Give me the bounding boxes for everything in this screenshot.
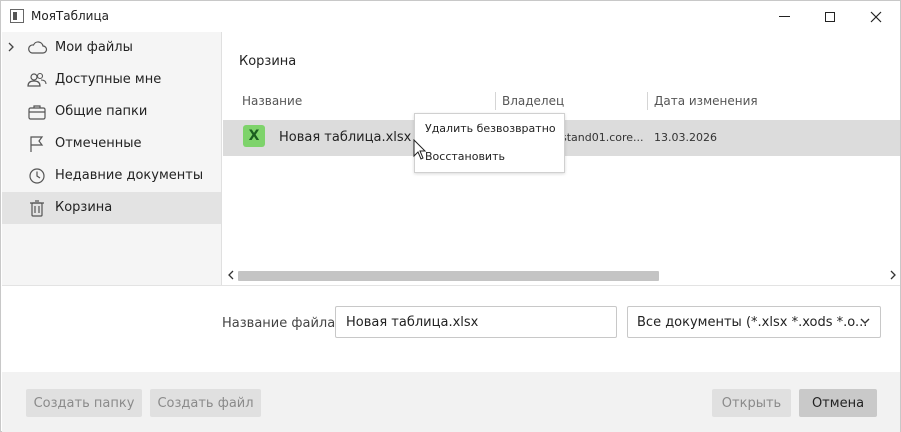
sidebar-item-label: Корзина xyxy=(55,200,113,215)
column-divider[interactable] xyxy=(495,92,496,110)
xlsx-file-icon: X xyxy=(243,125,265,147)
menu-item-restore[interactable]: Восстановить xyxy=(425,150,505,163)
modified-date-cell: 13.03.2026 xyxy=(654,131,717,144)
users-icon xyxy=(26,71,47,89)
maximize-button[interactable] xyxy=(807,1,853,32)
trash-icon xyxy=(26,199,46,217)
maximize-icon xyxy=(825,11,835,22)
title-bar: МояТаблица xyxy=(1,1,900,32)
sidebar-item-recent[interactable]: Недавние документы xyxy=(2,160,221,192)
breadcrumb: Корзина xyxy=(239,54,297,69)
sidebar-item-common-folders[interactable]: Общие папки xyxy=(2,96,221,128)
filetype-select[interactable]: Все документы (*.xlsx *.xods *.o... xyxy=(627,306,881,338)
mouse-cursor-icon xyxy=(413,139,427,160)
cancel-button[interactable]: Отмена xyxy=(799,389,877,417)
chevron-down-icon xyxy=(859,315,871,330)
scroll-left-icon[interactable] xyxy=(227,269,235,284)
filename-label: Название файла xyxy=(222,316,336,331)
scrollbar-thumb[interactable] xyxy=(238,271,659,281)
minimize-button[interactable] xyxy=(761,1,807,32)
context-menu: Удалить безвозвратно Восстановить xyxy=(414,113,565,173)
sidebar-item-my-files[interactable]: Мои файлы xyxy=(2,32,221,64)
sidebar-item-shared-with-me[interactable]: Доступные мне xyxy=(2,64,221,96)
column-header-owner[interactable]: Владелец xyxy=(502,94,564,108)
file-dialog-window: МояТаблица Мои файлы Доступные мне Общие… xyxy=(0,0,901,432)
create-file-button[interactable]: Создать файл xyxy=(150,389,261,417)
close-button[interactable] xyxy=(853,1,899,32)
sidebar-item-trash[interactable]: Корзина xyxy=(2,192,221,224)
horizontal-scrollbar[interactable] xyxy=(223,269,900,283)
sidebar-item-label: Недавние документы xyxy=(55,168,204,183)
file-name-cell: Новая таблица.xlsx xyxy=(279,130,412,145)
sidebar-item-label: Мои файлы xyxy=(55,40,133,55)
create-folder-button[interactable]: Создать папку xyxy=(26,389,142,417)
sidebar-item-label: Общие папки xyxy=(55,104,148,119)
chevron-right-icon[interactable] xyxy=(7,41,15,56)
clock-icon xyxy=(26,167,46,185)
owner-cell: stand01.core... xyxy=(561,131,644,144)
app-icon xyxy=(10,9,24,23)
filename-input[interactable] xyxy=(335,306,617,338)
scroll-right-icon[interactable] xyxy=(889,269,897,284)
open-button[interactable]: Открыть xyxy=(712,389,791,417)
close-icon xyxy=(870,11,882,22)
cloud-icon xyxy=(26,39,48,57)
column-header-name[interactable]: Название xyxy=(242,94,302,108)
sidebar-item-flagged[interactable]: Отмеченные xyxy=(2,128,221,160)
column-divider[interactable] xyxy=(647,92,648,110)
minimize-icon xyxy=(778,16,790,17)
sidebar: Мои файлы Доступные мне Общие папки Отме… xyxy=(2,32,222,285)
briefcase-icon xyxy=(26,103,46,121)
flag-icon xyxy=(26,135,46,153)
filetype-value: Все документы (*.xlsx *.xods *.o... xyxy=(637,315,868,330)
menu-item-delete-permanently[interactable]: Удалить безвозвратно xyxy=(425,122,556,135)
sidebar-item-label: Доступные мне xyxy=(55,72,162,87)
column-header-modified[interactable]: Дата изменения xyxy=(654,94,758,108)
sidebar-item-label: Отмеченные xyxy=(55,136,142,151)
window-title: МояТаблица xyxy=(31,9,109,23)
